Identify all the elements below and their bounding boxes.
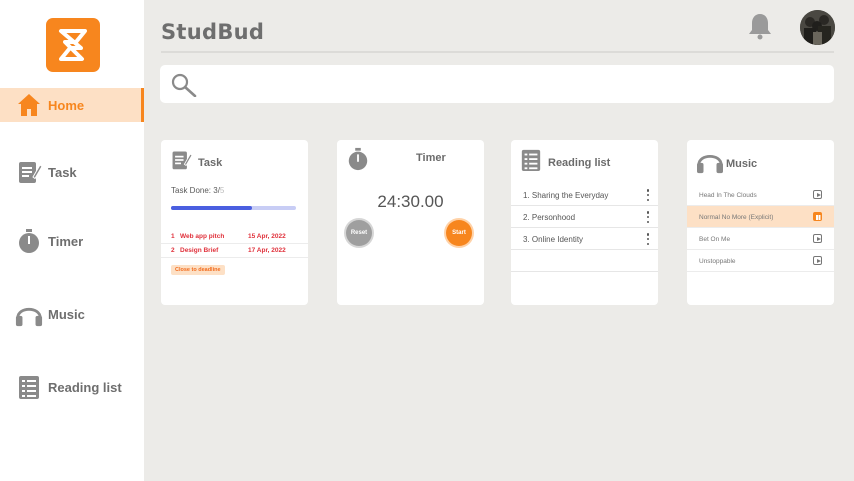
- task-icon: [170, 148, 193, 177]
- list-item[interactable]: 3. Online Identity: [511, 228, 658, 250]
- task-done-label: Task Done: 3/: [171, 186, 220, 195]
- table-row[interactable]: 1 Web app pitch 15 Apr, 2022: [161, 230, 308, 244]
- headphones-icon: [696, 148, 724, 179]
- task-card-header: Task: [170, 148, 222, 177]
- bell-icon[interactable]: [748, 12, 772, 45]
- task-progress-fill: [171, 206, 253, 210]
- task-number: 1: [171, 233, 175, 240]
- list-item[interactable]: Bet On Me: [687, 228, 834, 250]
- stopwatch-icon: [15, 227, 43, 255]
- timer-card-header: [346, 146, 370, 177]
- track-name: Bet On Me: [699, 236, 731, 243]
- task-date: 15 Apr, 2022: [248, 233, 286, 240]
- more-options-icon[interactable]: [646, 233, 650, 245]
- list-item[interactable]: 1. Sharing the Everyday: [511, 184, 658, 206]
- play-icon[interactable]: [813, 234, 822, 243]
- timer-display: 24:30.00: [377, 192, 444, 211]
- search-bar[interactable]: [160, 65, 834, 103]
- sidebar-item-label: Music: [48, 306, 85, 322]
- pause-icon[interactable]: [813, 212, 822, 221]
- studbud-logo[interactable]: [46, 18, 100, 72]
- track-name: Head In The Clouds: [699, 192, 757, 199]
- reading-list-card[interactable]: Reading list 1. Sharing the Everyday 2. …: [511, 140, 658, 305]
- play-icon[interactable]: [813, 256, 822, 265]
- reading-card-header: Reading list: [520, 148, 610, 177]
- task-progress-bar: [171, 206, 296, 210]
- start-button[interactable]: Start: [446, 220, 472, 246]
- sidebar-item-reading-list[interactable]: Reading list: [0, 370, 144, 404]
- home-icon: [15, 91, 43, 119]
- search-icon: [171, 73, 197, 102]
- logo-s-mark: [59, 29, 87, 61]
- list-item[interactable]: 2. Personhood: [511, 206, 658, 228]
- task-card[interactable]: Task Task Done: 3/5 1 Web app pitch 15 A…: [161, 140, 308, 305]
- track-name: Normal No More (Explicit): [699, 214, 774, 221]
- more-options-icon[interactable]: [646, 189, 650, 201]
- sidebar-item-label: Home: [48, 97, 85, 113]
- sidebar-item-label: Task: [48, 164, 77, 180]
- sidebar-item-label: Reading list: [48, 379, 122, 395]
- task-done-count: Task Done: 3/5: [171, 186, 224, 195]
- reset-button[interactable]: Reset: [346, 220, 372, 246]
- task-name: Web app pitch: [180, 233, 225, 240]
- sidebar-item-home[interactable]: Home: [0, 88, 144, 122]
- timer-card-title: Timer: [416, 152, 446, 164]
- page-title: StudBud: [161, 20, 265, 44]
- list-item[interactable]: Unstoppable: [687, 250, 834, 272]
- task-done-total: 5: [219, 186, 225, 195]
- task-date: 17 Apr, 2022: [248, 247, 286, 254]
- list-item[interactable]: Normal No More (Explicit): [687, 206, 834, 228]
- deadline-badge: Close to deadline: [171, 265, 225, 275]
- task-card-title: Task: [198, 156, 223, 169]
- music-card-header: Music: [696, 148, 757, 179]
- headphones-icon: [15, 300, 43, 328]
- reading-item-title: 2. Personhood: [523, 213, 576, 222]
- task-name: Design Brief: [180, 247, 219, 254]
- reading-item-title: 1. Sharing the Everyday: [523, 191, 609, 200]
- sidebar-item-label: Timer: [48, 233, 84, 249]
- list-item-empty: [511, 250, 658, 272]
- list-item[interactable]: Head In The Clouds: [687, 184, 834, 206]
- avatar[interactable]: [800, 10, 835, 45]
- timer-card[interactable]: Timer 24:30.00 Reset Start: [337, 140, 484, 305]
- task-icon: [15, 158, 43, 186]
- music-card-title: Music: [726, 157, 758, 170]
- search-input[interactable]: [204, 72, 824, 96]
- reading-item-title: 3. Online Identity: [523, 235, 584, 244]
- task-number: 2: [171, 247, 175, 254]
- table-row[interactable]: 2 Design Brief 17 Apr, 2022: [161, 244, 308, 258]
- sidebar-item-timer[interactable]: Timer: [0, 224, 144, 258]
- reading-card-title: Reading list: [548, 156, 611, 169]
- sidebar-item-music[interactable]: Music: [0, 297, 144, 331]
- list-icon: [520, 148, 542, 177]
- list-icon: [15, 373, 43, 401]
- sidebar-item-task[interactable]: Task: [0, 155, 144, 189]
- sidebar: Home Task Timer Music Reading list: [0, 0, 144, 481]
- more-options-icon[interactable]: [646, 211, 650, 223]
- play-icon[interactable]: [813, 190, 822, 199]
- header-divider: [161, 51, 834, 53]
- track-name: Unstoppable: [699, 258, 736, 265]
- stopwatch-icon: [346, 146, 370, 177]
- music-card[interactable]: Music Head In The Clouds Normal No More …: [687, 140, 834, 305]
